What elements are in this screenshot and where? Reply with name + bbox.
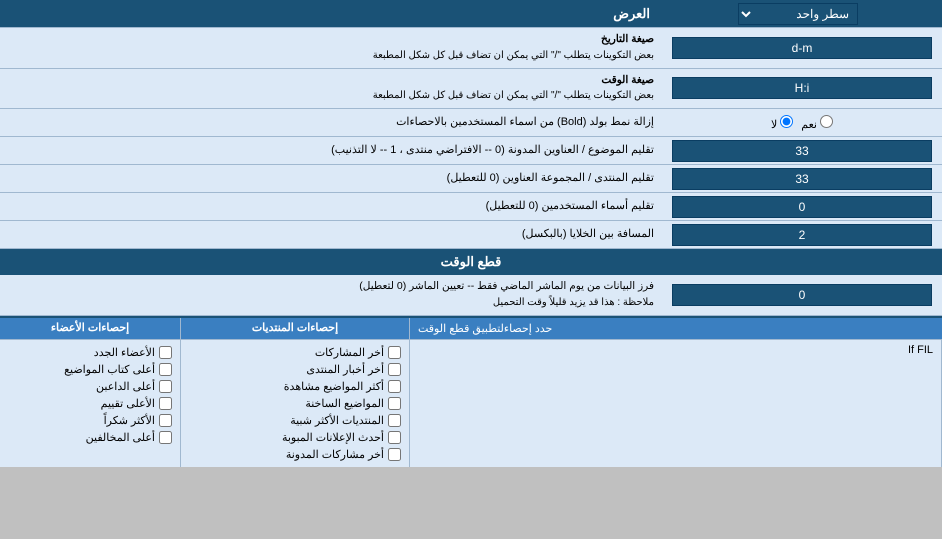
display-select[interactable]: سطر واحدسطر واحد [738, 3, 858, 25]
list-item: أعلى كتاب المواضيع [4, 361, 176, 378]
checkbox-col1-5[interactable] [388, 414, 401, 427]
page-title: العرض [4, 6, 658, 22]
list-item: المنتديات الأكثر شبية [185, 412, 405, 429]
checkbox-col2-6[interactable] [159, 431, 172, 444]
radio-no[interactable] [780, 115, 793, 128]
checkbox-col1-6[interactable] [388, 431, 401, 444]
checkbox-col2-4[interactable] [159, 397, 172, 410]
list-item: أخر المشاركات [185, 344, 405, 361]
checkbox-col1-1[interactable] [388, 346, 401, 359]
bold-label: إزالة نمط بولد (Bold) من اسماء المستخدمي… [0, 111, 662, 134]
checkbox-col1-4[interactable] [388, 397, 401, 410]
stats-section: حدد إحصاءلتطبيق قطع الوقت إحصاءات المنتد… [0, 316, 942, 467]
forum-trim-container [662, 166, 942, 192]
date-format-input[interactable] [672, 37, 932, 59]
time-value-input[interactable] [672, 284, 932, 306]
time-value-label: فرز البيانات من يوم الماشر الماضي فقط --… [0, 275, 662, 315]
list-item: أكثر المواضيع مشاهدة [185, 378, 405, 395]
forum-trim-row: تقليم المنتدى / المجموعة العناوين (0 للت… [0, 165, 942, 193]
username-trim-label: تقليم أسماء المستخدمين (0 للتعطيل) [0, 195, 662, 218]
checkbox-col2-1[interactable] [159, 346, 172, 359]
list-item: المواضيع الساخنة [185, 395, 405, 412]
stats-limit-label: حدد إحصاءلتطبيق قطع الوقت [410, 318, 942, 339]
date-input-container [662, 35, 942, 61]
stats-col1-header: إحصاءات المنتديات [180, 318, 410, 339]
checkbox-col1-7[interactable] [388, 448, 401, 461]
radio-no-label: لا [771, 115, 793, 131]
stats-limit-area: If FIL [410, 340, 942, 467]
time-section-header: قطع الوقت [0, 249, 942, 275]
cell-spacing-input[interactable] [672, 224, 932, 246]
checkbox-col2-2[interactable] [159, 363, 172, 376]
topic-trim-label: تقليم الموضوع / العناوين المدونة (0 -- ا… [0, 139, 662, 162]
radio-yes-label: نعم [801, 115, 833, 131]
topic-trim-container [662, 138, 942, 164]
stats-header-row: حدد إحصاءلتطبيق قطع الوقت إحصاءات المنتد… [0, 318, 942, 340]
stats-col2-content: الأعضاء الجدد أعلى كتاب المواضيع أعلى ال… [0, 340, 180, 467]
time-format-label: صيغة الوقت بعض التكوينات يتطلب "/" التي … [0, 69, 662, 109]
cell-spacing-label: المسافة بين الخلايا (بالبكسل) [0, 223, 662, 246]
checkbox-col2-3[interactable] [159, 380, 172, 393]
cell-spacing-row: المسافة بين الخلايا (بالبكسل) [0, 221, 942, 249]
radio-yes[interactable] [820, 115, 833, 128]
list-item: أعلى المخالفين [4, 429, 176, 446]
date-format-label: صيغة التاريخ بعض التكوينات يتطلب "/" الت… [0, 28, 662, 68]
list-item: الأعضاء الجدد [4, 344, 176, 361]
time-format-row: صيغة الوقت بعض التكوينات يتطلب "/" التي … [0, 69, 942, 110]
bold-remove-row: نعم لا إزالة نمط بولد (Bold) من اسماء ال… [0, 109, 942, 137]
checkbox-col2-5[interactable] [159, 414, 172, 427]
list-item: أخر أخبار المنتدى [185, 361, 405, 378]
list-item: أعلى الداعبن [4, 378, 176, 395]
main-container: سطر واحدسطر واحد العرض صيغة التاريخ بعض … [0, 0, 942, 467]
list-item: أحدث الإعلانات المبوبة [185, 429, 405, 446]
bold-radio-container: نعم لا [662, 113, 942, 133]
username-trim-input[interactable] [672, 196, 932, 218]
date-format-row: صيغة التاريخ بعض التكوينات يتطلب "/" الت… [0, 28, 942, 69]
stats-col2-header: إحصاءات الأعضاء [0, 318, 180, 339]
topic-trim-row: تقليم الموضوع / العناوين المدونة (0 -- ا… [0, 137, 942, 165]
time-format-input[interactable] [672, 77, 932, 99]
topic-trim-input[interactable] [672, 140, 932, 162]
time-value-container [662, 282, 942, 308]
forum-trim-label: تقليم المنتدى / المجموعة العناوين (0 للت… [0, 167, 662, 190]
list-item: الأكثر شكراً [4, 412, 176, 429]
stats-col1-content: أخر المشاركات أخر أخبار المنتدى أكثر الم… [180, 340, 410, 467]
header-row: سطر واحدسطر واحد العرض [0, 0, 942, 28]
checkbox-col1-2[interactable] [388, 363, 401, 376]
username-trim-row: تقليم أسماء المستخدمين (0 للتعطيل) [0, 193, 942, 221]
checkbox-col1-3[interactable] [388, 380, 401, 393]
forum-trim-input[interactable] [672, 168, 932, 190]
list-item: أخر مشاركات المدونة [185, 446, 405, 463]
list-item: الأعلى تقييم [4, 395, 176, 412]
stats-content: If FIL أخر المشاركات أخر أخبار المنتدى أ… [0, 340, 942, 467]
time-section-row: فرز البيانات من يوم الماشر الماضي فقط --… [0, 275, 942, 316]
cell-spacing-container [662, 222, 942, 248]
bottom-label: If FIL [410, 340, 941, 360]
username-trim-container [662, 194, 942, 220]
time-input-container [662, 75, 942, 101]
